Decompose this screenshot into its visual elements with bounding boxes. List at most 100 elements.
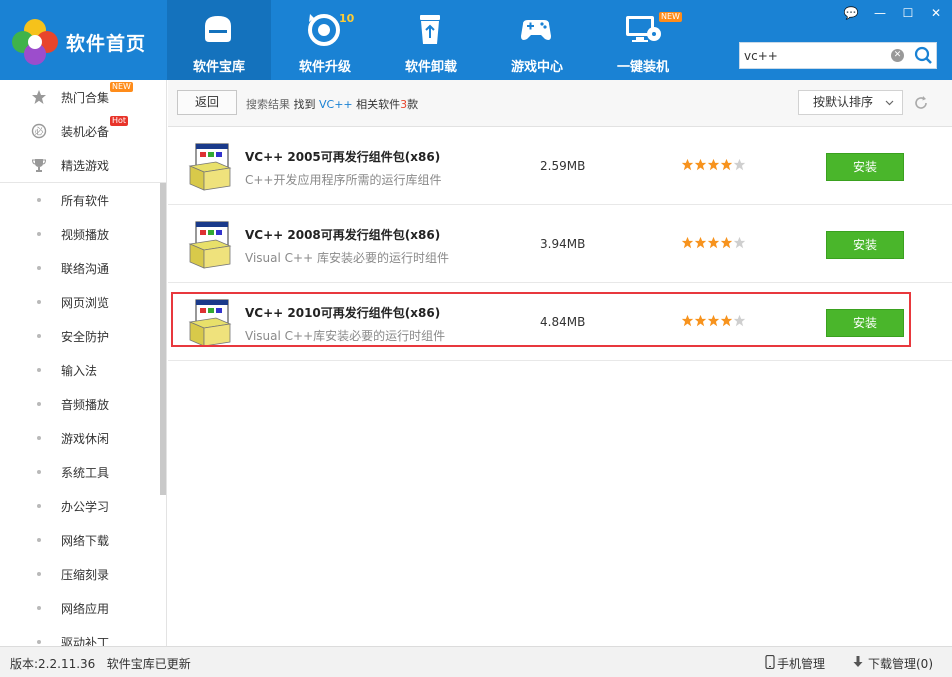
star-filled-icon	[707, 158, 720, 171]
box-icon	[205, 16, 231, 42]
category-label: 输入法	[61, 364, 98, 378]
phone-icon	[765, 655, 775, 669]
result-row: VC++ 2005可再发行组件包(x86) C++开发应用程序所需的运行库组件 …	[168, 128, 952, 205]
tab-software-uninstall[interactable]: 软件卸载	[379, 0, 483, 80]
sidebar-item-label: 装机必备	[61, 125, 110, 139]
sidebar-item-download[interactable]: 网络下载	[0, 523, 158, 557]
result-row: VC++ 2008可再发行组件包(x86) Visual C++ 库安装必要的运…	[168, 206, 952, 283]
sidebar-item-must-have[interactable]: 必 装机必备	[0, 114, 166, 148]
sidebar-item-communication[interactable]: 联络沟通	[0, 251, 158, 285]
software-size: 2.59MB	[540, 159, 586, 173]
star-filled-icon	[681, 236, 694, 249]
star-filled-icon	[720, 236, 733, 249]
must-have-icon: 必	[31, 123, 47, 139]
sidebar: 热门合集 NEW 必 装机必备 Hot 精选游戏 所有软件 视频播放 联络沟通 …	[0, 80, 167, 646]
minimize-button[interactable]: —	[869, 6, 891, 20]
sidebar-item-compression[interactable]: 压缩刻录	[0, 557, 158, 591]
sidebar-item-input-method[interactable]: 输入法	[0, 353, 158, 387]
rating-stars	[681, 236, 746, 249]
download-icon	[853, 656, 863, 667]
star-filled-icon	[707, 236, 720, 249]
download-management-link[interactable]: 下载管理(0)	[868, 655, 933, 672]
logo-icon	[12, 19, 58, 65]
results-list: VC++ 2005可再发行组件包(x86) C++开发应用程序所需的运行库组件 …	[168, 128, 952, 646]
tab-game-center[interactable]: 游戏中心	[485, 0, 589, 80]
result-prefix: 搜索结果	[246, 98, 290, 111]
version-text: 版本:2.2.11.36 软件宝库已更新	[10, 657, 191, 671]
sidebar-item-label: 精选游戏	[61, 159, 110, 173]
tab-label: 软件宝库	[192, 60, 245, 75]
sidebar-item-office[interactable]: 办公学习	[0, 489, 158, 523]
search-result-summary: 搜索结果 找到 VC++ 相关软件3款	[246, 96, 418, 112]
upgrade-icon	[308, 14, 340, 46]
results-toolbar: 返回 搜索结果 找到 VC++ 相关软件3款 按默认排序	[168, 80, 952, 127]
tab-label: 一键装机	[616, 60, 669, 75]
category-label: 网页浏览	[61, 296, 110, 310]
sidebar-item-label: 热门合集	[61, 91, 110, 105]
app-logo[interactable]: 软件首页	[12, 14, 162, 70]
category-label: 视频播放	[61, 228, 110, 242]
sidebar-item-all-software[interactable]: 所有软件	[0, 183, 158, 217]
tab-one-click-install[interactable]: NEW 一键装机	[591, 0, 695, 80]
install-button[interactable]: 安装	[826, 231, 904, 259]
category-label: 安全防护	[61, 330, 110, 344]
result-unit: 款	[407, 98, 419, 111]
restore-button[interactable]: ☐	[897, 6, 919, 20]
category-label: 游戏休闲	[61, 432, 110, 446]
tab-software-library[interactable]: 软件宝库	[167, 0, 271, 80]
svg-text:必: 必	[34, 126, 43, 138]
star-icon	[32, 90, 46, 104]
back-button[interactable]: 返回	[177, 90, 237, 115]
sidebar-item-featured-games[interactable]: 精选游戏	[0, 148, 166, 182]
category-label: 网络下载	[61, 534, 110, 548]
star-filled-icon	[720, 158, 733, 171]
category-label: 联络沟通	[61, 262, 110, 276]
software-description: Visual C++ 库安装必要的运行时组件	[245, 251, 449, 265]
sidebar-item-network-apps[interactable]: 网络应用	[0, 591, 158, 625]
feedback-icon[interactable]: 💬	[840, 6, 862, 20]
sidebar-item-security[interactable]: 安全防护	[0, 319, 158, 353]
tab-label: 软件卸载	[404, 60, 457, 75]
installer-package-icon	[188, 143, 232, 191]
sidebar-item-games[interactable]: 游戏休闲	[0, 421, 158, 455]
category-label: 所有软件	[61, 194, 110, 208]
install-button[interactable]: 安装	[826, 153, 904, 181]
sort-label: 按默认排序	[813, 95, 874, 109]
clear-icon[interactable]: ✕	[891, 49, 904, 62]
sidebar-scrollbar[interactable]	[160, 183, 166, 495]
top-header: 软件首页 软件宝库 10 软件升级 软件卸载 游戏中心 NEW 一键装机 💬 —…	[0, 0, 952, 80]
sidebar-item-hot-collections[interactable]: 热门合集 NEW	[0, 80, 166, 114]
status-bar: 版本:2.2.11.36 软件宝库已更新 手机管理 下载管理(0)	[0, 646, 952, 677]
upgrade-count-badge: 10	[339, 12, 355, 25]
new-badge: NEW	[659, 12, 682, 22]
computer-disc-icon	[626, 16, 661, 42]
tab-software-upgrade[interactable]: 10 软件升级	[273, 0, 377, 80]
installer-package-icon	[188, 221, 232, 269]
gamepad-icon	[521, 20, 551, 40]
result-found: 找到	[293, 98, 316, 111]
search-input[interactable]	[744, 47, 884, 65]
trophy-icon	[31, 159, 47, 172]
result-keyword: VC++	[319, 98, 353, 111]
sidebar-item-video[interactable]: 视频播放	[0, 217, 158, 251]
logo-text: 软件首页	[66, 32, 147, 55]
software-name[interactable]: VC++ 2008可再发行组件包(x86)	[245, 226, 440, 243]
sort-dropdown[interactable]: 按默认排序	[798, 90, 903, 115]
recycle-bin-icon	[420, 15, 440, 44]
rating-stars	[681, 158, 746, 171]
close-button[interactable]: ✕	[925, 6, 947, 20]
star-filled-icon	[681, 158, 694, 171]
star-filled-icon	[694, 158, 707, 171]
refresh-icon[interactable]	[912, 94, 930, 112]
category-label: 系统工具	[61, 466, 110, 480]
sidebar-item-drivers[interactable]: 驱动补丁	[0, 625, 158, 646]
sidebar-item-browser[interactable]: 网页浏览	[0, 285, 158, 319]
sidebar-item-audio[interactable]: 音频播放	[0, 387, 158, 421]
update-status: 软件宝库已更新	[106, 657, 191, 671]
phone-management-link[interactable]: 手机管理	[777, 655, 825, 672]
software-name[interactable]: VC++ 2005可再发行组件包(x86)	[245, 148, 440, 165]
search-icon[interactable]	[910, 43, 937, 68]
chevron-down-icon	[885, 100, 894, 106]
sidebar-item-system-tools[interactable]: 系统工具	[0, 455, 158, 489]
search-box: ✕	[739, 42, 937, 69]
